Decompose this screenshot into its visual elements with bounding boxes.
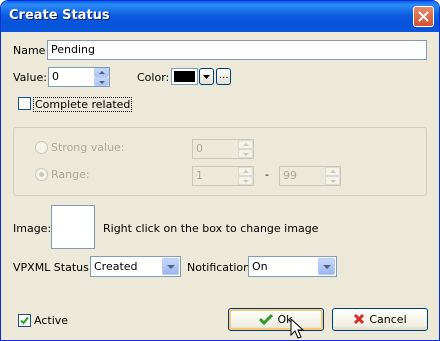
range-from-spinner[interactable]: 1 — [192, 166, 254, 186]
spin-up-icon[interactable] — [94, 68, 109, 77]
range-label: Range: — [51, 168, 90, 181]
name-label: Name — [13, 44, 46, 57]
strong-value-spinner-buttons[interactable] — [238, 140, 253, 158]
close-icon — [418, 11, 429, 22]
image-box[interactable] — [51, 205, 95, 249]
value-spinner-value: 0 — [52, 70, 59, 83]
spin-down-icon[interactable] — [238, 176, 253, 185]
create-status-dialog: Create Status Name Pending Value: 0 Colo… — [0, 0, 440, 341]
image-label: Image: — [13, 222, 52, 235]
complete-related-label: Complete related — [33, 97, 133, 112]
checkmark-icon — [20, 316, 29, 325]
strong-value-spinner[interactable]: 0 — [192, 139, 254, 159]
spin-up-icon[interactable] — [238, 140, 253, 149]
value-spinner-buttons[interactable] — [94, 68, 109, 86]
color-swatch — [174, 71, 195, 82]
active-checkbox[interactable] — [18, 314, 31, 327]
value-label: Value: — [13, 71, 47, 84]
value-spinner[interactable]: 0 — [48, 67, 110, 87]
notification-label: Notification: — [187, 261, 254, 274]
cancel-x-icon — [354, 313, 365, 325]
chevron-down-icon — [203, 75, 210, 79]
ok-button[interactable]: Ok — [228, 308, 324, 331]
spin-down-icon[interactable] — [94, 77, 109, 86]
range-radio[interactable] — [35, 168, 48, 181]
range-to-spinner[interactable]: 99 — [279, 166, 341, 186]
vpxml-status-label: VPXML Status: — [13, 261, 93, 274]
spin-up-icon[interactable] — [325, 167, 340, 176]
chevron-down-icon[interactable] — [318, 258, 335, 275]
close-button[interactable] — [413, 6, 434, 27]
image-hint: Right click on the box to change image — [103, 222, 319, 235]
color-dropdown-button[interactable] — [199, 68, 214, 85]
title-bar[interactable]: Create Status — [1, 1, 439, 32]
window-title: Create Status — [9, 8, 110, 23]
notification-value: On — [252, 260, 268, 273]
color-label: Color: — [137, 71, 170, 84]
range-separator: - — [265, 168, 269, 181]
complete-related-checkbox[interactable] — [18, 97, 31, 110]
spin-up-icon[interactable] — [238, 167, 253, 176]
range-to-value: 99 — [283, 169, 297, 182]
check-icon — [259, 313, 274, 326]
color-picker[interactable] — [171, 68, 198, 85]
vpxml-status-value: Created — [94, 260, 138, 273]
notification-select[interactable]: On — [248, 256, 337, 277]
more-colors-label: ... — [219, 70, 229, 81]
cancel-button-label: Cancel — [369, 313, 407, 326]
active-label: Active — [34, 314, 69, 327]
spin-down-icon[interactable] — [325, 176, 340, 185]
more-colors-button[interactable]: ... — [216, 68, 231, 85]
name-input-value: Pending — [51, 43, 95, 56]
chevron-down-icon[interactable] — [162, 258, 179, 275]
cancel-button[interactable]: Cancel — [332, 308, 428, 331]
mouse-cursor-icon — [290, 318, 305, 339]
name-input[interactable]: Pending — [47, 40, 427, 60]
spin-down-icon[interactable] — [238, 149, 253, 158]
range-from-value: 1 — [196, 169, 203, 182]
range-to-spinner-buttons[interactable] — [325, 167, 340, 185]
range-from-spinner-buttons[interactable] — [238, 167, 253, 185]
strong-value-spinner-value: 0 — [196, 142, 203, 155]
vpxml-status-select[interactable]: Created — [90, 256, 181, 277]
strong-value-label: Strong value: — [51, 141, 125, 154]
strong-value-radio[interactable] — [35, 141, 48, 154]
